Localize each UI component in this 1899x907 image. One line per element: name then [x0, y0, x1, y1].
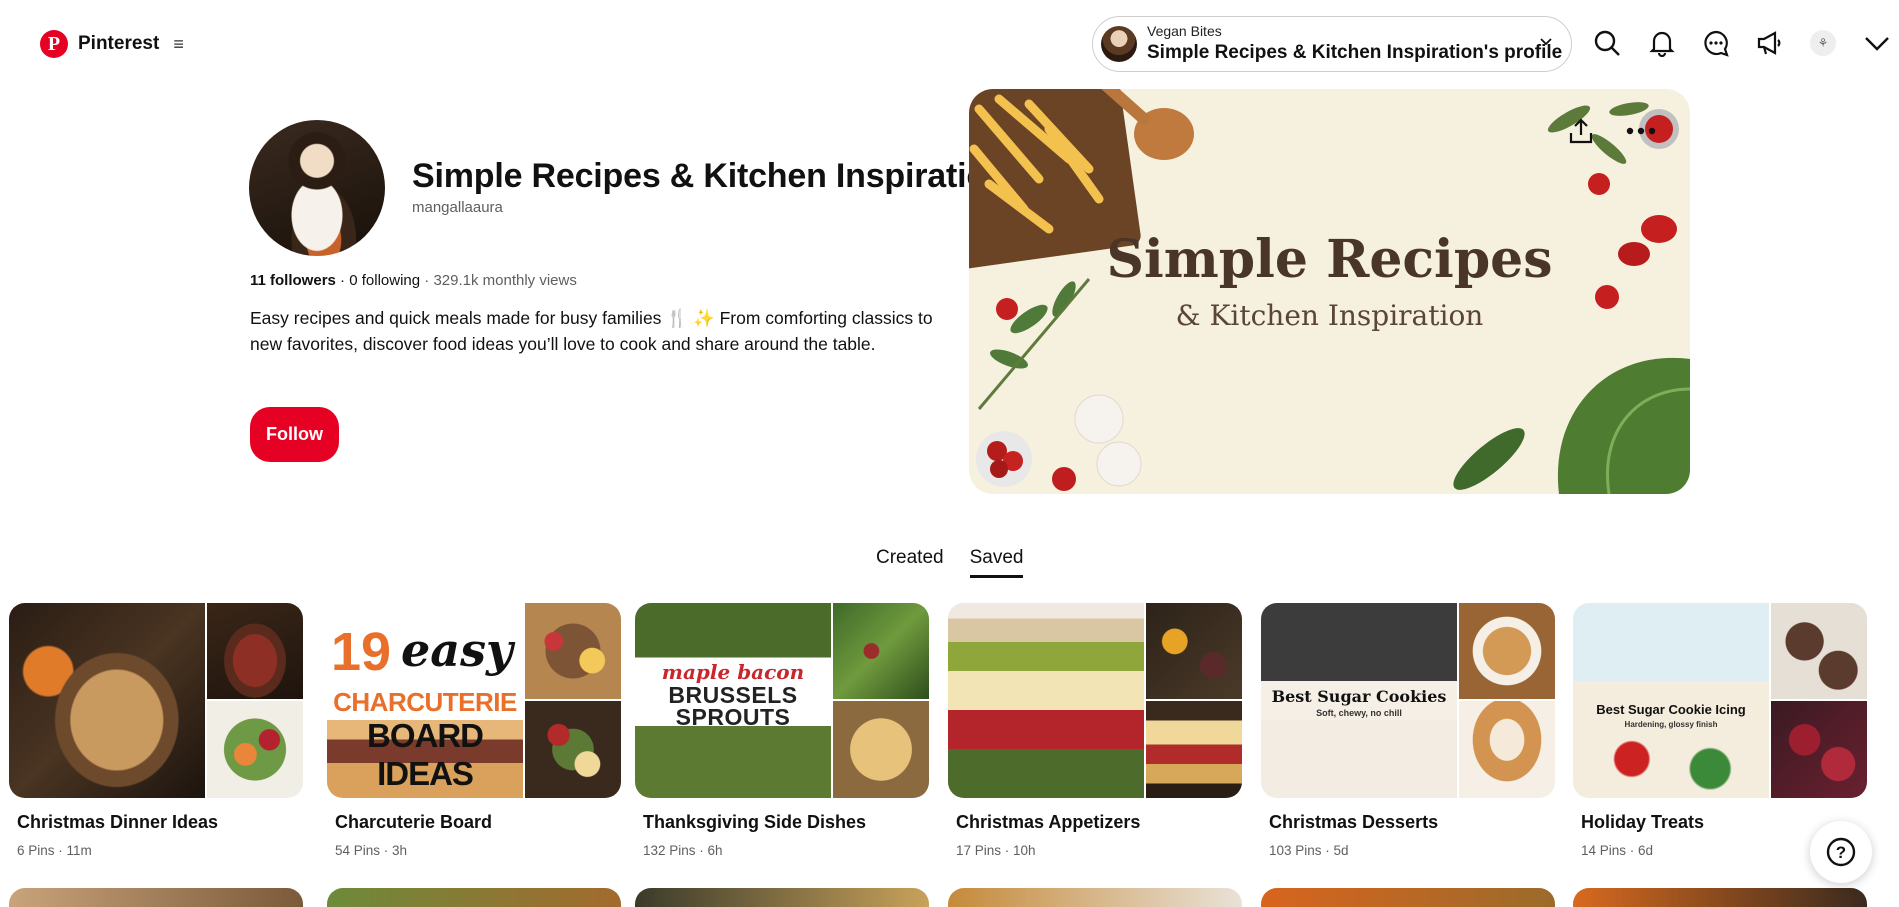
follow-button[interactable]: Follow [250, 407, 339, 462]
svg-text:?: ? [1836, 843, 1846, 862]
search-icon[interactable] [1590, 26, 1624, 60]
profile-cover-image: Simple Recipes & Kitchen Inspiration [969, 89, 1690, 494]
help-button[interactable]: ? [1810, 821, 1872, 883]
board-cover: maple bacon BRUSSELS SPROUTS [635, 603, 929, 798]
tab-saved[interactable]: Saved [969, 547, 1024, 578]
top-bar: P Pinterest ≡ Vegan Bites Simple Recipes… [0, 0, 1899, 88]
more-options-icon[interactable] [1621, 111, 1661, 151]
bell-icon[interactable] [1645, 26, 1679, 60]
board-name: Charcuterie Board [335, 812, 493, 832]
board-meta: 103 Pins · 5d [1269, 843, 1349, 858]
chevron-down-icon[interactable] [1860, 26, 1894, 60]
pinterest-logo: P [40, 30, 68, 58]
board-card-partial[interactable] [327, 888, 621, 907]
board-card-partial[interactable] [635, 888, 929, 907]
profile-title: Simple Recipes & Kitchen Inspiration [412, 157, 1008, 195]
board-overlay-line1: Best Sugar Cookies [1271, 687, 1447, 706]
profile-switcher[interactable]: Vegan Bites Simple Recipes & Kitchen Ins… [1092, 16, 1572, 72]
following-count[interactable]: 0 following [349, 272, 420, 289]
board-meta: 132 Pins · 6h [643, 843, 723, 858]
board-card-partial[interactable] [9, 888, 303, 907]
profile-stats: 11 followers · 0 following · 329.1k mont… [250, 272, 577, 289]
share-icon[interactable] [1561, 111, 1601, 151]
board-overlay-script: maple bacon [661, 660, 805, 684]
board-cover: Best Sugar Cookies Soft, chewy, no chill [1261, 603, 1555, 798]
board-card[interactable]: Best Sugar Cookies Soft, chewy, no chill… [1261, 603, 1555, 858]
board-overlay-line2: Hardening, glossy finish [1624, 720, 1718, 729]
board-cover: 19 easy CHARCUTERIE BOARD IDEAS [327, 603, 621, 798]
cover-subtitle: & Kitchen Inspiration [1175, 299, 1484, 332]
monthly-views: 329.1k monthly views [433, 272, 577, 289]
brand-name: Pinterest [78, 33, 160, 54]
board-overlay-line1: CHARCUTERIE [333, 687, 517, 717]
account-avatar[interactable]: ⚘ [1806, 26, 1840, 60]
board-card-partial[interactable] [948, 888, 1242, 907]
board-meta: 6 Pins · 11m [17, 843, 92, 858]
board-card[interactable]: Christmas Appetizers 17 Pins · 10h [948, 603, 1242, 858]
board-card[interactable]: maple bacon BRUSSELS SPROUTS Thanksgivin… [635, 603, 929, 858]
menu-icon[interactable]: ≡ [173, 34, 184, 55]
board-name: Christmas Dinner Ideas [17, 812, 219, 832]
board-cover: Best Sugar Cookie Icing Hardening, gloss… [1573, 603, 1867, 798]
tab-created[interactable]: Created [876, 547, 944, 578]
board-cover [948, 603, 1242, 798]
board-name: Christmas Appetizers [956, 812, 1141, 832]
messages-icon[interactable] [1699, 26, 1733, 60]
board-name: Thanksgiving Side Dishes [643, 812, 867, 832]
account-logo-icon: ⚘ [1810, 30, 1836, 56]
board-card-partial[interactable] [1261, 888, 1555, 907]
board-overlay-line1: Best Sugar Cookie Icing [1596, 702, 1746, 717]
stats-separator: · [335, 272, 350, 289]
board-overlay-line2: Soft, chewy, no chill [1316, 708, 1402, 718]
switcher-avatar [1101, 26, 1137, 62]
profile-avatar [249, 120, 385, 256]
followers-count[interactable]: 11 followers [250, 272, 336, 289]
board-overlay-script: easy [401, 623, 513, 677]
switcher-profile-name: Simple Recipes & Kitchen Inspiration's p… [1147, 41, 1563, 63]
board-card[interactable]: Best Sugar Cookie Icing Hardening, gloss… [1573, 603, 1867, 858]
profile-handle: mangallaaura [412, 199, 503, 216]
profile-bio: Easy recipes and quick meals made for bu… [250, 308, 933, 354]
board-meta: 54 Pins · 3h [335, 843, 408, 858]
board-meta: 17 Pins · 10h [956, 843, 1036, 858]
profile-tabs: Created Saved [876, 547, 1024, 578]
board-overlay-line2: BOARD IDEAS [367, 717, 484, 792]
board-cover [9, 603, 303, 798]
stats-separator: · [420, 272, 434, 289]
chevron-down-icon [1540, 38, 1552, 46]
pinterest-home-link[interactable]: P Pinterest ≡ [40, 30, 184, 58]
board-name: Christmas Desserts [1269, 812, 1439, 832]
megaphone-icon[interactable] [1752, 26, 1786, 60]
cover-title: Simple Recipes [1106, 229, 1553, 290]
board-card-partial[interactable] [1573, 888, 1867, 907]
switcher-account-name: Vegan Bites [1147, 23, 1222, 40]
board-overlay-line2: SPROUTS [675, 704, 791, 730]
board-card[interactable]: Christmas Dinner Ideas 6 Pins · 11m [9, 603, 303, 858]
help-icon: ? [1826, 837, 1856, 867]
board-card[interactable]: 19 easy CHARCUTERIE BOARD IDEAS Charcute… [327, 603, 621, 858]
